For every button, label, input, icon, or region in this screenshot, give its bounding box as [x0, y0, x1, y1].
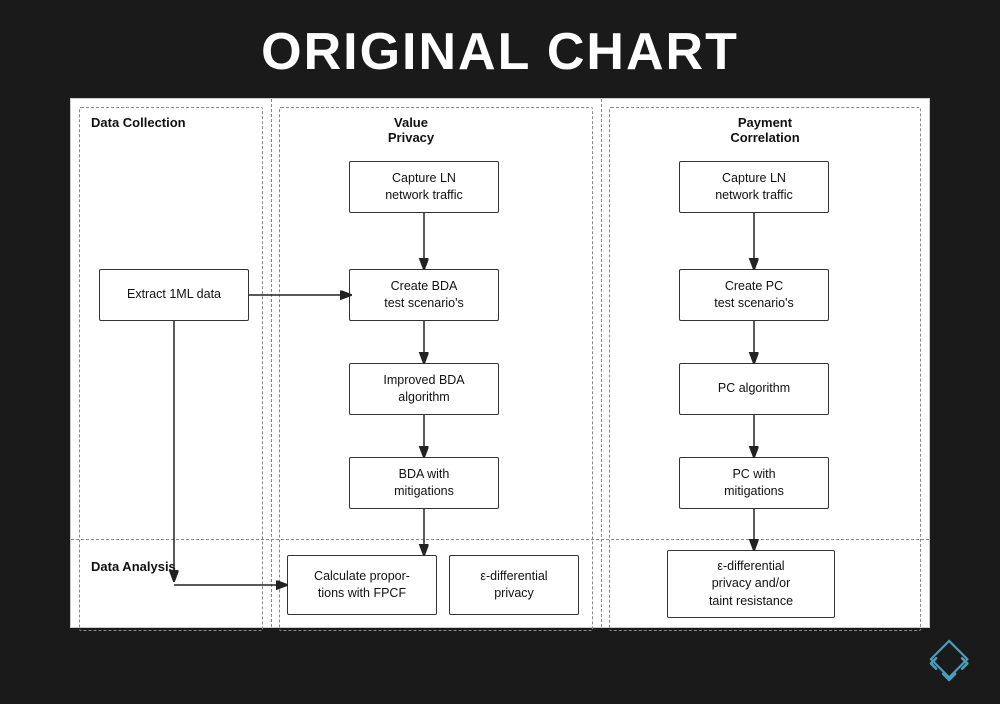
box-pc-algorithm: PC algorithm	[679, 363, 829, 415]
page-title: ORIGINAL CHART	[0, 0, 1000, 98]
data-analysis-label: Data Analysis	[91, 559, 176, 574]
chart-container: Data Collection ValuePrivacy PaymentCorr…	[70, 98, 930, 628]
payment-correlation-label: PaymentCorrelation	[730, 115, 799, 145]
box-capture-ln-vp: Capture LNnetwork traffic	[349, 161, 499, 213]
box-calc-proportions: Calculate propor-tions with FPCF	[287, 555, 437, 615]
box-create-pc: Create PCtest scenario's	[679, 269, 829, 321]
nav-icon[interactable]	[924, 634, 976, 686]
box-capture-ln-pc: Capture LNnetwork traffic	[679, 161, 829, 213]
box-create-bda: Create BDAtest scenario's	[349, 269, 499, 321]
box-epsilon-dp-pc: ε-differentialprivacy and/ortaint resist…	[667, 550, 835, 618]
value-privacy-label: ValuePrivacy	[388, 115, 434, 145]
box-epsilon-dp-vp: ε-differentialprivacy	[449, 555, 579, 615]
box-extract-1ml: Extract 1ML data	[99, 269, 249, 321]
box-bda-mitigations: BDA withmitigations	[349, 457, 499, 509]
box-improved-bda: Improved BDAalgorithm	[349, 363, 499, 415]
data-collection-label: Data Collection	[91, 115, 186, 130]
box-pc-mitigations: PC withmitigations	[679, 457, 829, 509]
